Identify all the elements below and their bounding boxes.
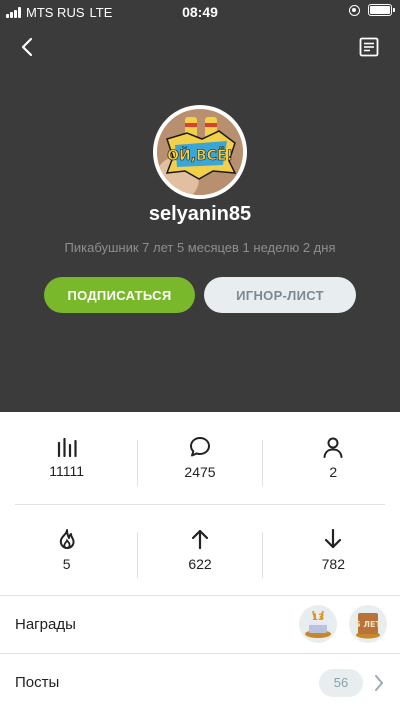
ignore-list-button[interactable]: ИГНОР-ЛИСТ xyxy=(204,277,356,313)
years-award-icon: 5 ЛЕТ xyxy=(355,613,382,639)
downvotes-value: 782 xyxy=(321,556,345,572)
username: selyanin85 xyxy=(148,203,252,225)
divider xyxy=(137,440,138,486)
stat-comments[interactable]: 2475 xyxy=(133,412,266,504)
award-badge[interactable]: 13 xyxy=(299,605,337,643)
chevron-left-icon xyxy=(21,37,33,57)
posts-row[interactable]: Посты 56 xyxy=(0,653,400,711)
posts-label: Посты xyxy=(15,674,60,691)
stat-hot[interactable]: 5 xyxy=(0,504,133,596)
chevron-right-icon xyxy=(375,674,383,691)
stat-subscribers[interactable]: 2 xyxy=(267,412,400,504)
avatar-text: ОЙ,ВСЁ! xyxy=(167,147,233,164)
upvotes-value: 622 xyxy=(188,556,212,572)
battery-icon xyxy=(368,4,395,16)
subscribe-button[interactable]: ПОДПИСАТЬСЯ xyxy=(44,277,195,313)
bar-chart-icon xyxy=(57,437,77,457)
divider xyxy=(262,532,263,578)
stats-panel: 11111 2475 2 5 622 782 xyxy=(0,412,400,596)
hot-value: 5 xyxy=(62,556,71,572)
orientation-lock-icon xyxy=(349,4,360,16)
status-time: 08:49 xyxy=(182,4,218,20)
notes-icon xyxy=(359,37,379,57)
user-icon xyxy=(323,437,343,458)
award-1-text: 13 xyxy=(312,613,325,623)
stat-downvotes[interactable]: 782 xyxy=(267,504,400,596)
award-2-text: 5 ЛЕТ xyxy=(355,620,381,629)
cake-award-icon: 13 xyxy=(305,610,331,638)
avatar[interactable]: ОЙ,ВСЁ! xyxy=(153,105,247,199)
stats-row-1: 11111 2475 2 xyxy=(0,412,400,504)
stats-row-2: 5 622 782 xyxy=(0,504,400,596)
status-bar: MTS RUS LTE 08:49 xyxy=(0,0,400,24)
posts-count-badge: 56 xyxy=(319,668,363,697)
subscribers-value: 2 xyxy=(329,464,338,480)
divider xyxy=(262,440,263,486)
divider xyxy=(137,532,138,578)
awards-row[interactable]: Награды 13 5 ЛЕТ xyxy=(0,595,400,653)
notes-button[interactable] xyxy=(354,32,384,62)
stat-rating[interactable]: 11111 xyxy=(0,412,133,504)
comment-icon xyxy=(189,437,210,457)
arrow-up-icon xyxy=(191,529,209,550)
awards-label: Награды xyxy=(15,616,76,633)
stat-upvotes[interactable]: 622 xyxy=(133,504,266,596)
profile-header: MTS RUS LTE 08:49 ОЙ,ВСЁ! selyanin85 Пик… xyxy=(0,0,400,412)
back-button[interactable] xyxy=(12,32,42,62)
tenure-text: Пикабушник 7 лет 5 месяцев 1 неделю 2 дн… xyxy=(64,240,336,255)
arrow-down-icon xyxy=(325,528,342,549)
rating-value: 11111 xyxy=(49,463,85,479)
award-badge[interactable]: 5 ЛЕТ xyxy=(349,605,387,643)
comments-value: 2475 xyxy=(184,464,216,480)
fire-icon xyxy=(59,529,75,549)
